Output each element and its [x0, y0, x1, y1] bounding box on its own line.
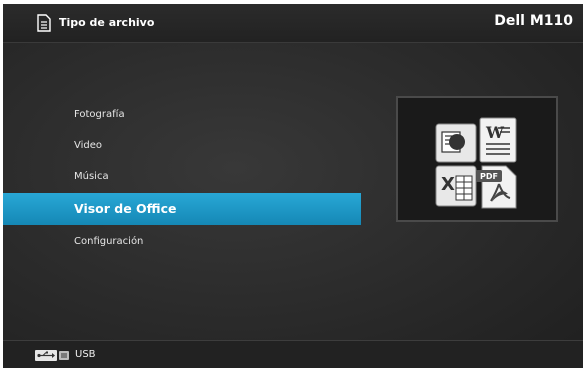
svg-text:X: X	[441, 174, 455, 195]
source-label: USB	[75, 349, 96, 360]
menu-item-label: Música	[74, 171, 109, 182]
menu-item-fotografia[interactable]: Fotografía	[3, 99, 361, 130]
page-title: Tipo de archivo	[59, 16, 155, 29]
menu-item-video[interactable]: Video	[3, 130, 361, 161]
usb-icon	[35, 350, 69, 361]
office-documents-icon: W X PDF	[435, 117, 517, 209]
menu-item-visor-de-office[interactable]: Visor de Office	[3, 193, 361, 225]
footer-bar: USB	[3, 340, 583, 368]
menu-item-label: Video	[74, 140, 103, 151]
menu-item-label: Visor de Office	[74, 201, 177, 216]
menu-item-label: Fotografía	[74, 109, 125, 120]
preview-panel: W X PDF	[396, 96, 558, 222]
menu-item-configuracion[interactable]: Configuración	[3, 226, 361, 257]
document-icon	[37, 14, 51, 32]
device-model: Dell M110	[494, 13, 573, 29]
menu-item-musica[interactable]: Música	[3, 161, 361, 192]
projector-screen: Tipo de archivo Dell M110 Fotografía Vid…	[3, 4, 583, 368]
svg-text:PDF: PDF	[480, 172, 498, 181]
header-bar: Tipo de archivo Dell M110	[3, 4, 583, 43]
menu-item-label: Configuración	[74, 236, 144, 247]
